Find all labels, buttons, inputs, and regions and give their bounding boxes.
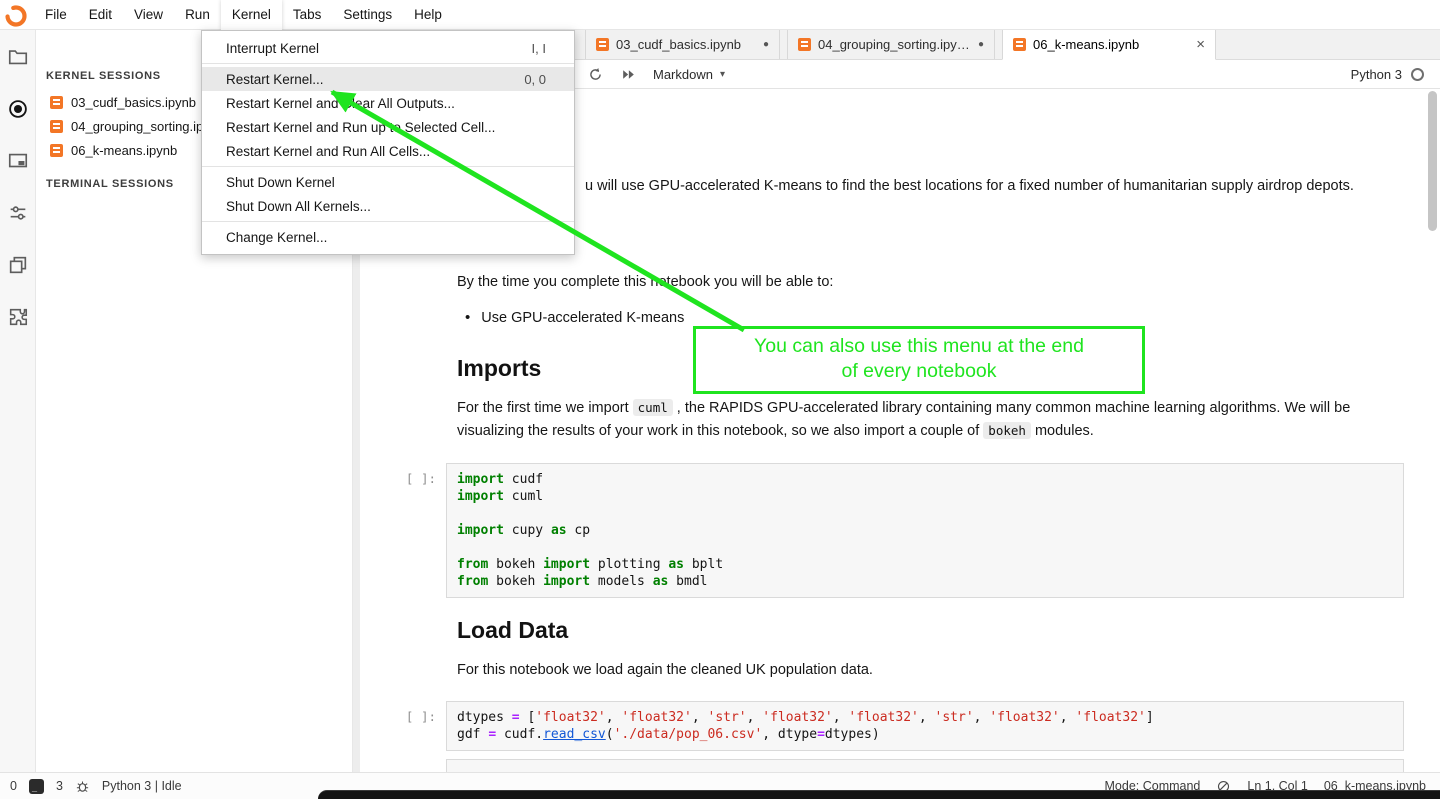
menu-item-shutdown-all-kernels[interactable]: Shut Down All Kernels... (202, 194, 574, 218)
notebook-icon (50, 96, 63, 109)
notebook-icon (50, 120, 63, 133)
menubar: File Edit View Run Kernel Tabs Settings … (0, 0, 1440, 30)
close-icon[interactable]: × (1196, 37, 1205, 52)
objective-text: Use GPU-accelerated K-means (481, 307, 684, 330)
menu-item-restart-kernel[interactable]: Restart Kernel... 0, 0 (202, 67, 574, 91)
open-tabs-icon[interactable] (7, 254, 29, 276)
chevron-down-icon: ▾ (720, 69, 725, 80)
bullet-icon: • (465, 307, 470, 330)
notebook-icon (50, 144, 63, 157)
session-label: 06_k-means.ipynb (71, 143, 177, 158)
menu-help[interactable]: Help (403, 0, 453, 30)
kernel-name: Python 3 (1351, 67, 1402, 82)
code-cell-imports: [ ]: import cudfimport cuml import cupy … (360, 463, 1404, 598)
terminal-icon[interactable] (29, 779, 44, 794)
annotation-line-1: You can also use this menu at the end (700, 334, 1138, 359)
kernel-busy-dot-icon: ● (763, 39, 769, 50)
menu-view[interactable]: View (123, 0, 174, 30)
terminals-count[interactable]: 3 (56, 779, 63, 793)
tab-06-k-means[interactable]: 06_k-means.ipynb × (1002, 30, 1216, 60)
kernel-busy-dot-icon: ● (978, 39, 984, 50)
vertical-scrollbar-thumb[interactable] (1428, 91, 1437, 231)
menu-item-shutdown-kernel[interactable]: Shut Down Kernel (202, 170, 574, 194)
tab-03-cudf-basics[interactable]: 03_cudf_basics.ipynb ● (585, 30, 780, 59)
annotation-callout-box: You can also use this menu at the end of… (693, 326, 1145, 394)
inspector-icon[interactable] (7, 150, 29, 172)
cell-prompt: [ ]: (364, 471, 436, 486)
restart-kernel-icon[interactable] (587, 66, 604, 83)
tab-04-grouping-sorting[interactable]: 04_grouping_sorting.ipynb ● (787, 30, 995, 59)
notebook-icon (596, 38, 609, 51)
kernels-count[interactable]: 0 (10, 779, 17, 793)
code-editor[interactable]: dtypes = ['float32', 'float32', 'str', '… (446, 701, 1404, 751)
run-all-fast-forward-icon[interactable] (620, 66, 637, 83)
status-bar-left: 0 3 Python 3 | Idle (0, 779, 182, 794)
menu-settings[interactable]: Settings (332, 0, 403, 30)
menu-edit[interactable]: Edit (78, 0, 123, 30)
code-cell-load-data: [ ]: dtypes = ['float32', 'float32', 'st… (360, 701, 1404, 751)
code-editor[interactable]: import cudfimport cuml import cupy as cp… (446, 463, 1404, 598)
partial-code-cell (360, 759, 1404, 772)
activity-bar (0, 30, 36, 772)
menu-item-change-kernel[interactable]: Change Kernel... (202, 225, 574, 249)
load-data-paragraph: For this notebook we load again the clea… (457, 659, 873, 682)
menu-item-restart-run-to-selected[interactable]: Restart Kernel and Run up to Selected Ce… (202, 115, 574, 139)
menu-separator (202, 63, 574, 64)
menu-tabs[interactable]: Tabs (282, 0, 333, 30)
annotation-line-2: of every notebook (700, 359, 1138, 384)
cell-type-value: Markdown (653, 67, 713, 82)
kernel-idle-icon (1411, 68, 1424, 81)
shortcut-label: I, I (532, 41, 546, 56)
inline-code-bokeh: bokeh (983, 422, 1031, 439)
settings-sliders-icon[interactable] (7, 202, 29, 224)
imports-heading: Imports (457, 355, 541, 382)
menu-kernel[interactable]: Kernel (221, 0, 282, 30)
imports-paragraph: For the first time we import cuml , the … (457, 397, 1352, 442)
kernel-status-text[interactable]: Python 3 | Idle (102, 779, 182, 793)
dock-edge (318, 790, 1440, 799)
objective-bullet: • Use GPU-accelerated K-means (465, 307, 684, 330)
cell-type-dropdown[interactable]: Markdown ▾ (653, 67, 725, 82)
jupyterlab-window: File Edit View Run Kernel Tabs Settings … (0, 0, 1440, 799)
bug-icon[interactable] (75, 779, 90, 794)
menu-item-restart-clear-outputs[interactable]: Restart Kernel and Clear All Outputs... (202, 91, 574, 115)
cell-prompt: [ ]: (364, 709, 436, 724)
code-editor[interactable] (446, 759, 1404, 772)
notebook-icon (798, 38, 811, 51)
kernel-indicator[interactable]: Python 3 (1351, 67, 1440, 82)
menu-run[interactable]: Run (174, 0, 221, 30)
running-sessions-icon[interactable] (7, 98, 29, 120)
objectives-intro: By the time you complete this notebook y… (457, 271, 833, 294)
menu-separator (202, 166, 574, 167)
load-data-heading: Load Data (457, 617, 568, 644)
inline-code-cuml: cuml (633, 399, 673, 416)
extensions-puzzle-icon[interactable] (7, 306, 29, 328)
menu-file[interactable]: File (34, 0, 78, 30)
menu-item-interrupt-kernel[interactable]: Interrupt Kernel I, I (202, 36, 574, 60)
kernel-menu-dropdown: Interrupt Kernel I, I Restart Kernel... … (201, 30, 575, 255)
jupyter-logo-icon (0, 0, 34, 30)
notebook-icon (1013, 38, 1026, 51)
intro-paragraph-fragment: u will use GPU-accelerated K-means to fi… (585, 175, 1354, 198)
session-label: 03_cudf_basics.ipynb (71, 95, 196, 110)
menu-item-restart-run-all[interactable]: Restart Kernel and Run All Cells... (202, 139, 574, 163)
folder-icon[interactable] (7, 46, 29, 68)
shortcut-label: 0, 0 (524, 72, 546, 87)
menu-separator (202, 221, 574, 222)
